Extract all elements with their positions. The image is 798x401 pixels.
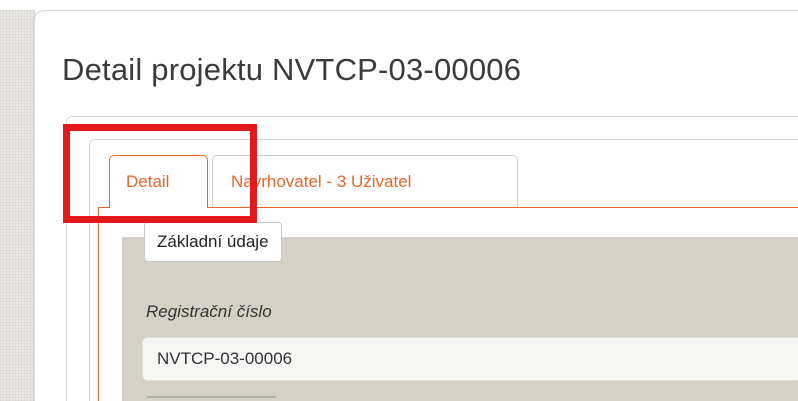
tab-navrhovatel-label: Navrhovatel - 3 Uživatel bbox=[231, 171, 412, 191]
registration-number-label: Registrační číslo bbox=[146, 302, 272, 321]
tab-navrhovatel[interactable]: Navrhovatel - 3 Uživatel bbox=[212, 155, 518, 207]
fieldset-legend: Základní údaje bbox=[144, 222, 282, 262]
left-rail bbox=[0, 10, 35, 401]
tab-detail[interactable]: Detail bbox=[109, 155, 208, 208]
tab-detail-label: Detail bbox=[126, 172, 170, 191]
registration-number-value: NVTCP-03-00006 bbox=[157, 349, 293, 368]
page-title: Detail projektu NVTCP-03-00006 bbox=[62, 52, 522, 87]
registration-number-field[interactable]: NVTCP-03-00006 bbox=[142, 337, 798, 381]
next-field-label-cropped bbox=[146, 388, 286, 398]
screenshot-stage: Detail projektu NVTCP-03-00006 Detail Na… bbox=[0, 0, 798, 401]
top-strip bbox=[0, 0, 798, 10]
tab-content-border bbox=[98, 207, 99, 401]
fieldset-legend-label: Základní údaje bbox=[157, 232, 269, 251]
